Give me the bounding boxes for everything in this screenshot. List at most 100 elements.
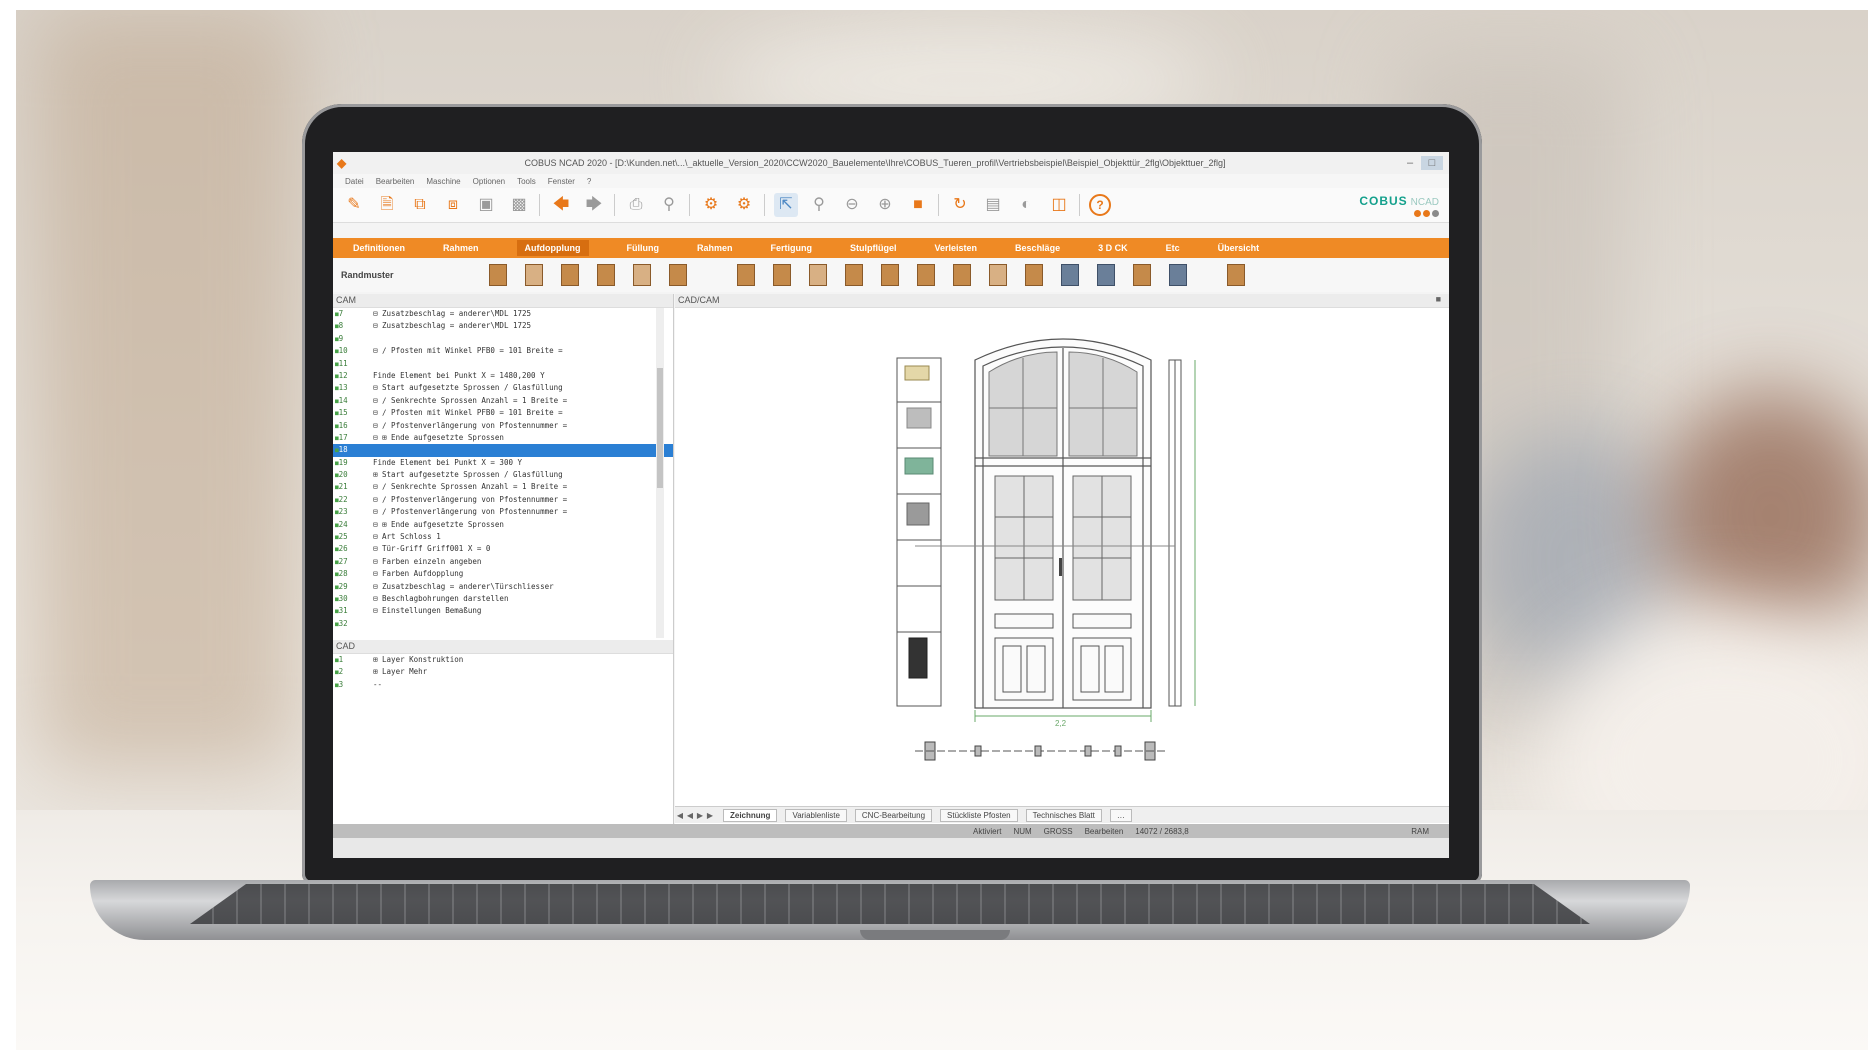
drawing-canvas[interactable]: CAD/CAM 2,2 ■ (675, 294, 1449, 834)
panel-tool-icon[interactable] (881, 264, 899, 286)
stop-icon[interactable]: ■ (906, 193, 930, 217)
cad-row[interactable]: 2 ⊞ Layer Mehr (333, 666, 673, 678)
panel-tool-icon[interactable] (1097, 264, 1115, 286)
panel-tool-icon[interactable] (1025, 264, 1043, 286)
ribbon-tab-3d[interactable]: 3 D CK (1098, 243, 1128, 253)
cam-row[interactable]: 22 ⊟ ∕ Pfostenverlängerung von Pfostennu… (333, 494, 673, 506)
save-icon[interactable]: ▣ (474, 193, 498, 217)
cam-row[interactable]: 27 ⊟ Farben einzeln angeben (333, 556, 673, 568)
refresh-icon[interactable]: ↻ (948, 193, 972, 217)
next-sheet-icon[interactable]: ▶ (695, 811, 705, 820)
document-icon[interactable]: 🗎 (375, 193, 399, 217)
cam-row[interactable]: 20 ⊞ Start aufgesetzte Sprossen / Glasfü… (333, 469, 673, 481)
panel-tool-icon[interactable] (809, 264, 827, 286)
cam-row[interactable]: 23 ⊟ ∕ Pfostenverlängerung von Pfostennu… (333, 506, 673, 518)
ribbon-tab-beschlaege[interactable]: Beschläge (1015, 243, 1060, 253)
prev-sheet-icon[interactable]: ◀ (685, 811, 695, 820)
ribbon-tab-fertigung[interactable]: Fertigung (771, 243, 813, 253)
print-icon[interactable]: ⎙ (624, 193, 648, 217)
panel-tool-icon[interactable] (989, 264, 1007, 286)
cam-row[interactable]: 25 ⊟ Art Schloss 1 (333, 531, 673, 543)
zoom-icon[interactable]: ⚲ (807, 193, 831, 217)
tab-technisches-blatt[interactable]: Technisches Blatt (1025, 808, 1102, 822)
menu-tools[interactable]: Tools (517, 177, 536, 186)
zoom-in-icon[interactable]: ⊕ (873, 193, 897, 217)
panel-tool-icon[interactable] (845, 264, 863, 286)
cam-row[interactable]: 9 (333, 333, 673, 345)
cam-scrollbar[interactable] (656, 308, 664, 638)
tab-cnc-bearbeitung[interactable]: CNC-Bearbeitung (854, 808, 933, 822)
cam-row[interactable]: 10 ⊟ ∕ Pfosten mit Winkel PFB0 = 101 Bre… (333, 345, 673, 357)
cam-row[interactable]: 26 ⊟ Tür-Griff Griff001 X = 0 (333, 543, 673, 555)
handle-tool-icon[interactable] (1227, 264, 1245, 286)
panel-tool-icon[interactable] (737, 264, 755, 286)
menu-options[interactable]: Optionen (473, 177, 505, 186)
profile-tool-icon[interactable] (489, 264, 507, 286)
menu-help[interactable]: ? (587, 177, 591, 186)
canvas-pin-icon[interactable]: ■ (1436, 294, 1441, 304)
ribbon-tab-fuellung[interactable]: Füllung (627, 243, 660, 253)
gear-icon[interactable]: ⚙ (699, 193, 723, 217)
menu-file[interactable]: Datei (345, 177, 364, 186)
menu-edit[interactable]: Bearbeiten (376, 177, 415, 186)
cam-row[interactable]: 21 ⊟ ∕ Senkrechte Sprossen Anzahl = 1 Br… (333, 481, 673, 493)
cam-row[interactable]: 32 (333, 618, 673, 630)
save-all-icon[interactable]: ▩ (507, 193, 531, 217)
cam-row[interactable]: 15 ⊟ ∕ Pfosten mit Winkel PFB0 = 101 Bre… (333, 407, 673, 419)
maximize-button[interactable]: □ (1421, 156, 1443, 170)
cam-row[interactable]: 14 ⊟ ∕ Senkrechte Sprossen Anzahl = 1 Br… (333, 395, 673, 407)
ribbon-tab-rahmen-2[interactable]: Rahmen (697, 243, 733, 253)
profile-tool-icon[interactable] (561, 264, 579, 286)
cam-row[interactable]: 7 ⊟ Zusatzbeschlag = anderer\MDL 1725 (333, 308, 673, 320)
ribbon-tab-etc[interactable]: Etc (1166, 243, 1180, 253)
help-icon[interactable]: ? (1089, 194, 1111, 216)
cam-row[interactable]: 28 ⊟ Farben Aufdopplung (333, 568, 673, 580)
select-icon[interactable]: ⇱ (774, 193, 798, 217)
preview-icon[interactable]: ⚲ (657, 193, 681, 217)
gear-alt-icon[interactable]: ⚙ (732, 193, 756, 217)
first-sheet-icon[interactable]: ◀ (675, 811, 685, 820)
ribbon-tab-verleisten[interactable]: Verleisten (935, 243, 978, 253)
cam-row[interactable]: 30 ⊟ Beschlagbohrungen darstellen (333, 593, 673, 605)
paste-icon[interactable]: ⧈ (441, 193, 465, 217)
ribbon-tab-definitionen[interactable]: Definitionen (353, 243, 405, 253)
profile-tool-icon[interactable] (669, 264, 687, 286)
menu-window[interactable]: Fenster (548, 177, 575, 186)
profile-tool-icon[interactable] (525, 264, 543, 286)
pencil-icon[interactable]: ✎ (342, 193, 366, 217)
cam-row[interactable]: 13 ⊟ Start aufgesetzte Sprossen / Glasfü… (333, 382, 673, 394)
clipboard-icon[interactable]: ▤ (981, 193, 1005, 217)
panel-tool-icon[interactable] (1169, 264, 1187, 286)
cam-row[interactable]: 24 ⊟ ⊞ Ende aufgesetzte Sprossen (333, 519, 673, 531)
render-icon[interactable]: ◐ (1014, 193, 1038, 217)
copy-icon[interactable]: ⧉ (408, 193, 432, 217)
tab-zeichnung[interactable]: Zeichnung (723, 808, 778, 822)
panel-tool-icon[interactable] (1061, 264, 1079, 286)
last-sheet-icon[interactable]: ▶ (705, 811, 715, 820)
cube-icon[interactable]: ◫ (1047, 193, 1071, 217)
ribbon-tab-aufdopplung[interactable]: Aufdopplung (516, 240, 589, 256)
cam-row[interactable]: 18 (333, 444, 673, 457)
cam-row[interactable]: 31 ⊟ Einstellungen Bemaßung (333, 605, 673, 617)
ribbon-tab-stulpfluegel[interactable]: Stulpflügel (850, 243, 897, 253)
cam-row[interactable]: 11 (333, 358, 673, 370)
panel-tool-icon[interactable] (773, 264, 791, 286)
cam-row[interactable]: 12Finde Element bei Punkt X = 1480,200 Y (333, 370, 673, 382)
tab-more[interactable]: … (1109, 808, 1132, 822)
panel-tool-icon[interactable] (1133, 264, 1151, 286)
tab-stueckliste-pfosten[interactable]: Stückliste Pfosten (940, 808, 1018, 822)
cad-row[interactable]: 3 -- (333, 679, 673, 691)
minimize-button[interactable]: – (1399, 157, 1421, 169)
scroll-thumb[interactable] (657, 368, 663, 488)
panel-tool-icon[interactable] (917, 264, 935, 286)
panel-tool-icon[interactable] (953, 264, 971, 286)
arrow-right-icon[interactable]: 🡆 (582, 193, 606, 217)
cam-row[interactable]: 17 ⊟ ⊞ Ende aufgesetzte Sprossen (333, 432, 673, 444)
zoom-out-icon[interactable]: ⊖ (840, 193, 864, 217)
profile-tool-icon[interactable] (597, 264, 615, 286)
cam-row[interactable]: 29 ⊟ Zusatzbeschlag = anderer\Türschlies… (333, 581, 673, 593)
menu-machine[interactable]: Maschine (426, 177, 460, 186)
cam-row[interactable]: 19Finde Element bei Punkt X = 300 Y (333, 457, 673, 469)
ribbon-tab-rahmen[interactable]: Rahmen (443, 243, 479, 253)
cam-row[interactable]: 8 ⊟ Zusatzbeschlag = anderer\MDL 1725 (333, 320, 673, 332)
